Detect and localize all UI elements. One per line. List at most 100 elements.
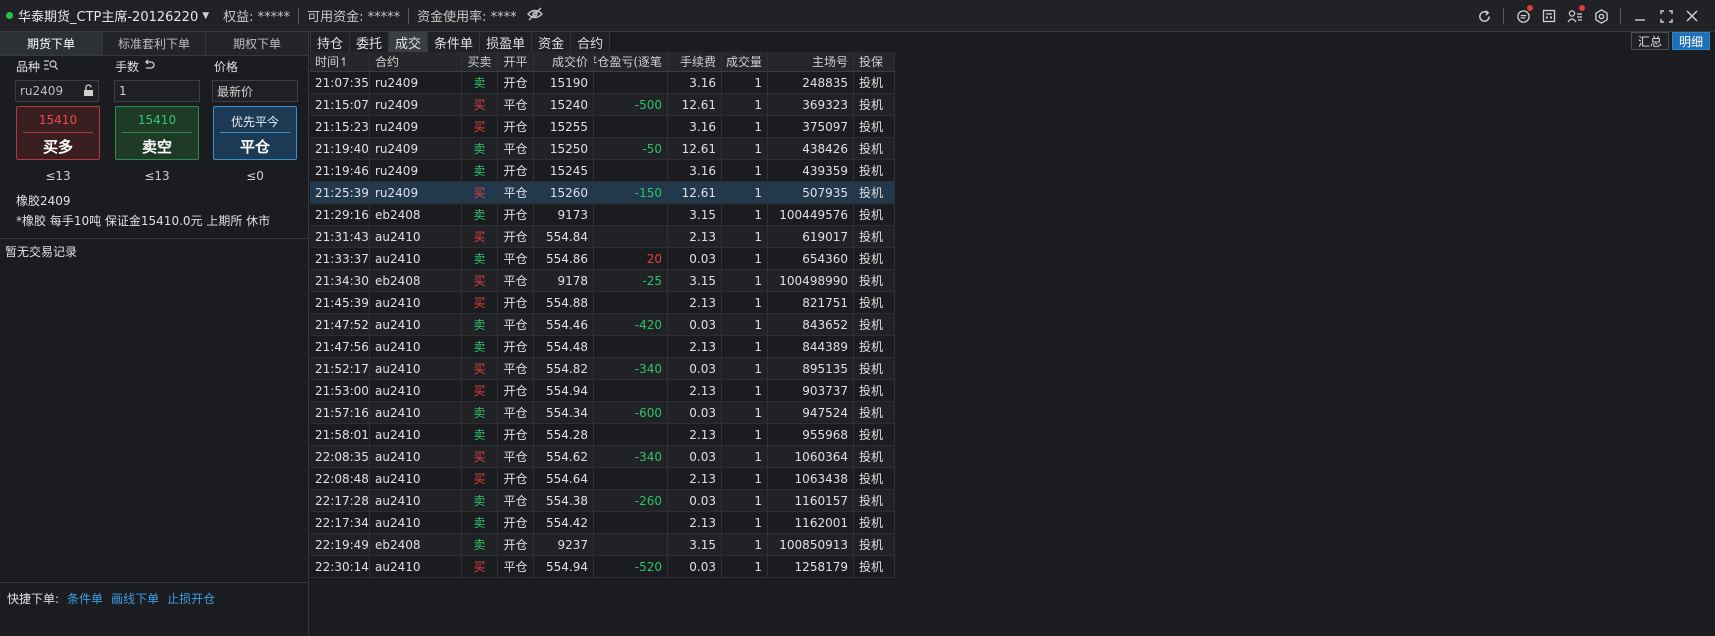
user-list-icon[interactable] — [1562, 0, 1588, 32]
cell-close-pnl — [594, 380, 668, 401]
cell-time: 22:17:34 — [310, 512, 370, 533]
cell-exchange-id: 507935 — [768, 182, 854, 203]
cell-buy-sell: 卖 — [462, 534, 498, 555]
table-row[interactable]: 22:08:48 au2410 买开仓 554.64 2.13 1 1063438 投机 — [310, 468, 895, 490]
header-col-fee[interactable]: 手续费 — [668, 52, 722, 71]
tab-orders[interactable]: 委托 — [350, 32, 390, 52]
cell-hedge-flag: 投机 — [854, 94, 895, 115]
tab-options-order[interactable]: 期权下单 — [206, 32, 308, 55]
table-row[interactable]: 21:57:16 au2410 卖平仓 554.34 -600 0.03 1 947524 投机 — [310, 402, 895, 424]
detail-button[interactable]: 明细 — [1671, 32, 1710, 50]
cell-hedge-flag: 投机 — [854, 512, 895, 533]
refresh-icon[interactable] — [1471, 0, 1497, 32]
close-position-button[interactable]: 优先平今 平仓 — [213, 106, 297, 160]
table-row[interactable]: 22:30:14 au2410 买平仓 554.94 -520 0.03 1 1258179 投… — [310, 556, 895, 578]
cell-contract: au2410 — [370, 490, 462, 511]
table-row[interactable]: 22:17:28 au2410 卖平仓 554.38 -260 0.03 1 1160157 投… — [310, 490, 895, 512]
settings-icon[interactable] — [1588, 0, 1614, 32]
table-row[interactable]: 22:19:49 eb2408 卖开仓 9237 3.15 1 100850913 投机 — [310, 534, 895, 556]
tab-trades[interactable]: 成交 — [389, 32, 429, 52]
lots-input[interactable]: 1 — [114, 80, 200, 102]
cell-price: 554.64 — [534, 468, 594, 489]
cell-time: 21:15:07 — [310, 94, 370, 115]
table-row[interactable]: 21:47:56 au2410 卖开仓 554.48 2.13 1 844389 投机 — [310, 336, 895, 358]
table-row[interactable]: 21:31:43 au2410 买开仓 554.84 2.13 1 619017 投机 — [310, 226, 895, 248]
cell-price: 554.34 — [534, 402, 594, 423]
buy-long-button[interactable]: 15410 买多 — [16, 106, 100, 160]
table-row[interactable]: 21:52:17 au2410 买平仓 554.82 -340 0.03 1 895135 投机 — [310, 358, 895, 380]
summary-button[interactable]: 汇总 — [1630, 32, 1669, 50]
minimize-icon[interactable] — [1627, 0, 1653, 32]
tab-futures-order[interactable]: 期货下单 — [0, 32, 103, 55]
table-row[interactable]: 21:29:16 eb2408 卖开仓 9173 3.15 1 100449576 投机 — [310, 204, 895, 226]
fullscreen-icon[interactable] — [1653, 0, 1679, 32]
caret-down-icon: ▼ — [202, 10, 210, 21]
cell-time: 21:19:40 — [310, 138, 370, 159]
conditional-order-link[interactable]: 条件单 — [67, 590, 103, 607]
table-row[interactable]: 21:19:46 ru2409 卖开仓 15245 3.16 1 439359 投机 — [310, 160, 895, 182]
eye-hidden-icon[interactable] — [526, 7, 543, 24]
table-row[interactable]: 21:25:39 ru2409 买平仓 15260 -150 12.61 1 507935 投机 — [310, 182, 895, 204]
header-col-exchange-id[interactable]: 主场号 — [768, 52, 854, 71]
cell-fee: 0.03 — [668, 248, 722, 269]
table-row[interactable]: 21:15:07 ru2409 买平仓 15240 -500 12.61 1 369323 投机 — [310, 94, 895, 116]
table-row[interactable]: 21:53:00 au2410 买开仓 554.94 2.13 1 903737 投机 — [310, 380, 895, 402]
table-row[interactable]: 22:17:34 au2410 卖开仓 554.42 2.13 1 1162001 投机 — [310, 512, 895, 534]
table-row[interactable]: 21:07:35 ru2409 卖开仓 15190 3.16 1 248835 投机 — [310, 72, 895, 94]
header-col-hedge-flag[interactable]: 投保 — [854, 52, 895, 71]
stop-loss-open-link[interactable]: 止损开仓 — [167, 590, 215, 607]
table-row[interactable]: 21:58:01 au2410 卖开仓 554.28 2.13 1 955968 投机 — [310, 424, 895, 446]
cell-contract: au2410 — [370, 380, 462, 401]
header-col-buy-sell[interactable]: 买卖 — [462, 52, 498, 71]
cell-exchange-id: 844389 — [768, 336, 854, 357]
table-row[interactable]: 21:15:23 ru2409 买开仓 15255 3.16 1 375097 投机 — [310, 116, 895, 138]
search-list-icon[interactable] — [44, 59, 59, 74]
unlock-icon[interactable] — [83, 84, 94, 100]
tab-contracts[interactable]: 合约 — [571, 32, 611, 52]
vertical-scrollbar[interactable] — [1703, 72, 1711, 592]
cell-price: 15250 — [534, 138, 594, 159]
cell-quantity: 1 — [722, 490, 768, 511]
cell-price: 15260 — [534, 182, 594, 203]
tab-funds[interactable]: 资金 — [532, 32, 572, 52]
line-order-link[interactable]: 画线下单 — [111, 590, 159, 607]
cell-hedge-flag: 投机 — [854, 248, 895, 269]
price-select[interactable]: 最新价 — [212, 80, 298, 102]
cell-fee: 12.61 — [668, 182, 722, 203]
table-row[interactable]: 21:34:30 eb2408 买平仓 9178 -25 3.15 1 100498990 投机 — [310, 270, 895, 292]
account-selector[interactable]: 华泰期货_CTP主席-20126220 ▼ — [0, 0, 209, 31]
tab-conditional-orders[interactable]: 条件单 — [428, 32, 481, 52]
cell-fee: 3.16 — [668, 116, 722, 137]
header-col-open-close[interactable]: 开平 — [498, 52, 534, 71]
cell-open-close: 开仓 — [498, 204, 534, 225]
cell-exchange-id: 248835 — [768, 72, 854, 93]
header-col-quantity[interactable]: 成交量 — [722, 52, 768, 71]
table-row[interactable]: 21:19:40 ru2409 卖平仓 15250 -50 12.61 1 438426 投机 — [310, 138, 895, 160]
chat-icon[interactable] — [1510, 0, 1536, 32]
cell-time: 21:15:23 — [310, 116, 370, 137]
cell-close-pnl — [594, 292, 668, 313]
header-col-contract[interactable]: 合约 — [370, 52, 462, 71]
calculator-icon[interactable] — [1536, 0, 1562, 32]
header-col-close-pnl[interactable]: 平仓盈亏(逐笔 — [594, 52, 668, 71]
quick-order-bar: 快捷下单: 条件单 画线下单 止损开仓 — [7, 590, 215, 607]
table-row[interactable]: 21:45:39 au2410 买开仓 554.88 2.13 1 821751 投机 — [310, 292, 895, 314]
tab-stop-orders[interactable]: 损盈单 — [480, 32, 533, 52]
cell-quantity: 1 — [722, 204, 768, 225]
reset-icon[interactable] — [143, 59, 155, 74]
table-row[interactable]: 21:47:52 au2410 卖平仓 554.46 -420 0.03 1 843652 投机 — [310, 314, 895, 336]
notification-badge — [1527, 5, 1533, 11]
tab-arbitrage-order[interactable]: 标准套利下单 — [103, 32, 206, 55]
header-col-price[interactable]: 成交价 — [534, 52, 594, 71]
header-col-time[interactable]: 时间↿ — [310, 52, 370, 71]
close-icon[interactable] — [1679, 0, 1705, 32]
cell-time: 21:31:43 — [310, 226, 370, 247]
table-row[interactable]: 21:33:37 au2410 卖平仓 554.86 20 0.03 1 654360 投机 — [310, 248, 895, 270]
table-row[interactable]: 22:08:35 au2410 买平仓 554.62 -340 0.03 1 1060364 投… — [310, 446, 895, 468]
top-bar: 华泰期货_CTP主席-20126220 ▼ 权益: ***** 可用资金: **… — [0, 0, 1715, 32]
tab-positions[interactable]: 持仓 — [310, 32, 351, 52]
cell-price: 15190 — [534, 72, 594, 93]
sell-short-button[interactable]: 15410 卖空 — [115, 106, 199, 160]
cell-time: 21:19:46 — [310, 160, 370, 181]
instrument-input[interactable]: ru2409 — [15, 80, 99, 102]
